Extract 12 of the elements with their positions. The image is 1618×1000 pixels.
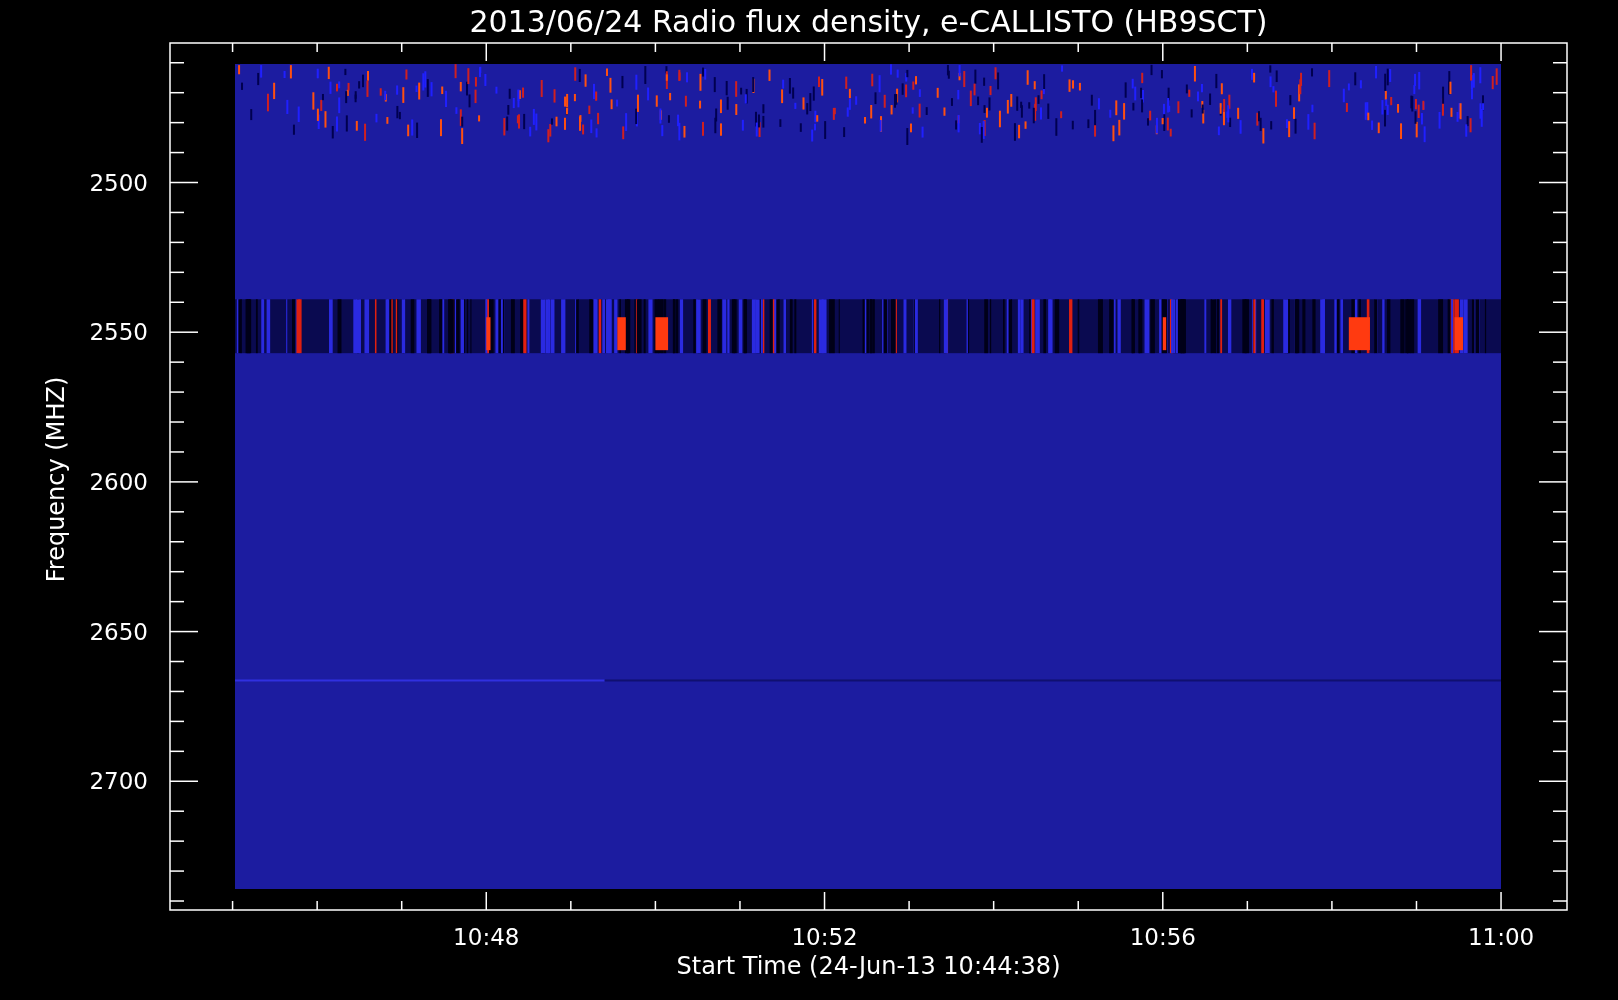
x-tick-label: 10:52 xyxy=(791,924,858,950)
chart-title: 2013/06/24 Radio flux density, e-CALLISTO (HB9SCT) xyxy=(469,4,1268,39)
x-axis-label: Start Time (24-Jun-13 10:44:38) xyxy=(676,952,1061,980)
y-axis-label: Frequency (MHZ) xyxy=(42,376,70,583)
y-tick-label: 2700 xyxy=(89,768,148,795)
x-tick-label: 10:56 xyxy=(1129,924,1196,950)
x-tick-label: 11:00 xyxy=(1467,924,1535,950)
y-tick-label: 2650 xyxy=(89,618,148,645)
y-tick-label: 2550 xyxy=(89,319,148,346)
y-tick-label: 2500 xyxy=(89,169,148,196)
y-tick-label: 2600 xyxy=(89,468,148,495)
x-tick-label: 10:48 xyxy=(453,924,520,950)
